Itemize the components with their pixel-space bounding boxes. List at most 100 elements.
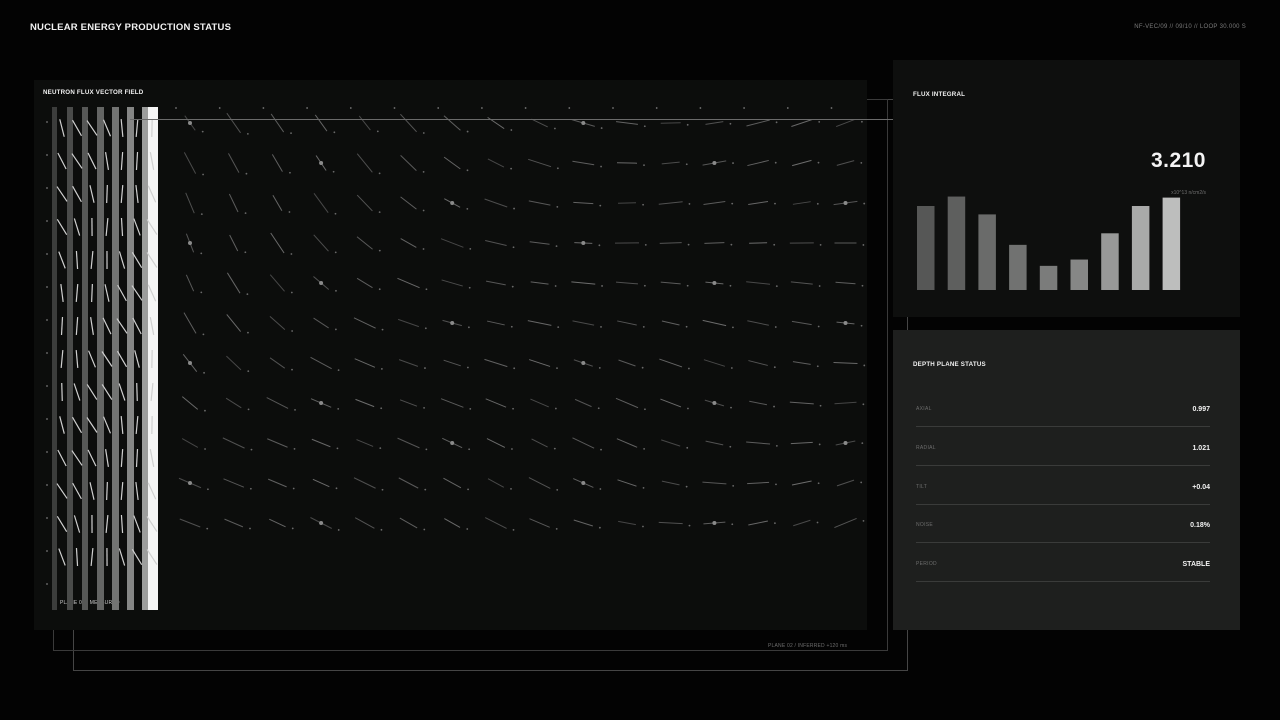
edge-dot (830, 107, 833, 109)
vector-tip (204, 448, 206, 450)
vector-tip (290, 132, 292, 135)
measured-vector (135, 481, 139, 501)
vector-tip (378, 172, 381, 175)
vector-tip (201, 130, 204, 133)
flux-node (581, 241, 586, 245)
flux-vector (615, 397, 639, 409)
flux-vector (354, 517, 375, 529)
measured-vector (58, 251, 66, 269)
flux-vector (792, 201, 811, 205)
vector-tip (200, 252, 203, 255)
vector-tip (861, 442, 864, 445)
flux-title: FLUX INTEGRAL (913, 91, 966, 98)
vector-tip (600, 326, 602, 328)
measured-vector (87, 449, 97, 467)
flux-vector (485, 398, 507, 408)
measured-vector (135, 448, 139, 468)
flux-vector (528, 359, 551, 367)
measured-vector (133, 515, 141, 533)
flux-vector (271, 154, 283, 172)
vector-tip (467, 488, 469, 491)
flux-vector (487, 478, 505, 488)
vector-tip (425, 448, 428, 451)
measured-vector (86, 120, 98, 136)
vector-tip (775, 483, 777, 486)
vector-tip (730, 243, 733, 246)
vector-tip (512, 407, 514, 410)
edge-dot (175, 107, 177, 109)
status-row-axial: AXIAL 0.997 (916, 388, 1210, 427)
edge-dot (655, 107, 658, 109)
flux-vector (400, 238, 417, 248)
measured-vector (75, 547, 79, 567)
flux-integral-panel: FLUX INTEGRAL 3.210 x10^13 n/cm2/s (893, 60, 1240, 317)
flux-vector (266, 397, 289, 409)
flux-node (581, 361, 586, 365)
flux-vector (440, 398, 464, 408)
edge-dot (46, 451, 48, 453)
vector-tip (249, 487, 252, 490)
flux-unit: x10^13 n/cm2/s (1171, 190, 1206, 196)
flux-vector (229, 234, 239, 252)
flux-vector (528, 200, 551, 206)
vector-tip (817, 161, 820, 164)
flux-vector (312, 478, 330, 488)
flux-vector (748, 520, 768, 526)
flux-node (843, 441, 848, 445)
vector-tip (334, 212, 337, 215)
vector-tip (425, 288, 428, 291)
flux-vector (443, 359, 461, 367)
vector-tip (294, 408, 296, 411)
flux-vector (836, 160, 855, 166)
measured-vector (105, 217, 109, 237)
flux-vector (705, 440, 724, 446)
measured-vector (71, 153, 83, 169)
vector-tip (774, 202, 776, 205)
vector-tip (554, 407, 557, 410)
measured-vector (72, 482, 82, 500)
flux-node (712, 521, 717, 525)
vector-tip (335, 289, 337, 292)
vector-tip (203, 371, 205, 374)
vector-tip (378, 288, 381, 291)
measured-vector (60, 349, 64, 369)
flux-vector (571, 281, 596, 285)
vector-tip (817, 325, 820, 328)
measured-vector (133, 218, 141, 236)
measured-vector (59, 119, 65, 137)
vector-tip (336, 447, 339, 450)
vector-tip (555, 245, 558, 247)
flux-vector (269, 315, 286, 331)
vector-tip (862, 403, 865, 406)
vector-tip (381, 328, 384, 331)
vector-tip (422, 248, 425, 250)
flux-bar (1009, 244, 1027, 290)
vector-tip (244, 212, 247, 215)
vector-tip (730, 367, 733, 369)
vector-tip (334, 251, 337, 254)
vector-tip (601, 285, 603, 287)
vector-tip (685, 163, 688, 166)
measured-vector (120, 448, 124, 468)
vector-tip (512, 246, 515, 249)
vector-field-canvas[interactable] (34, 80, 867, 630)
vector-tip (732, 326, 734, 329)
vector-tip (466, 207, 469, 210)
measured-vector (56, 219, 68, 235)
edge-dot (46, 484, 48, 486)
flux-vector (748, 360, 768, 366)
edge-dot (437, 107, 440, 109)
flux-vector (792, 159, 812, 167)
vector-tip (469, 247, 472, 250)
measured-vector (88, 350, 96, 368)
flux-vector (267, 478, 287, 488)
flux-vector (183, 152, 197, 174)
vector-tip (289, 171, 291, 174)
flux-node (712, 401, 717, 405)
flux-vector (617, 320, 637, 326)
measured-vector (90, 317, 94, 335)
measured-vector (118, 548, 126, 566)
vector-tip (598, 526, 601, 529)
measured-vector (106, 184, 108, 204)
vector-tip (862, 244, 865, 246)
